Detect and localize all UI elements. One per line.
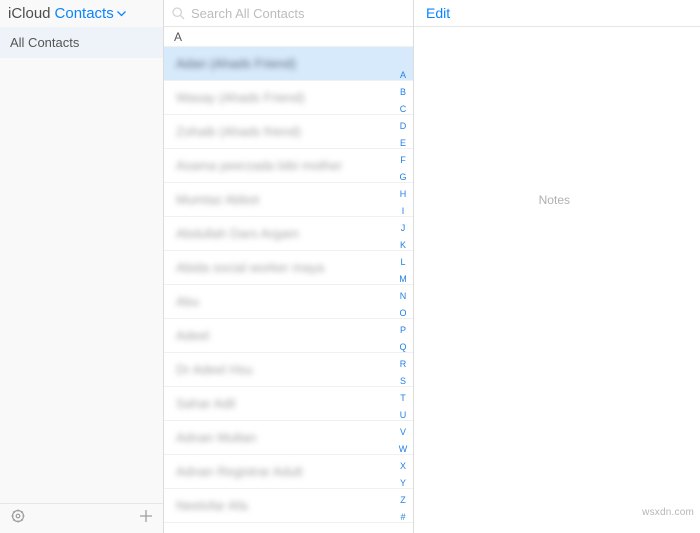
search-icon: [172, 7, 185, 20]
brand-contacts-switcher[interactable]: Contacts: [55, 5, 126, 22]
search-input[interactable]: [191, 6, 405, 21]
detail-pane: Edit Notes wsxdn.com: [414, 0, 700, 533]
contact-row[interactable]: Adan (Ahads Friend): [164, 47, 413, 81]
contact-name: Abida social worker maya: [176, 260, 324, 275]
edit-button[interactable]: Edit: [426, 5, 450, 21]
index-letter[interactable]: P: [400, 323, 406, 338]
index-letter[interactable]: T: [400, 391, 406, 406]
contact-row[interactable]: Abida social worker maya: [164, 251, 413, 285]
search-bar: [164, 0, 413, 27]
contact-row[interactable]: Adnan Registrar Adult: [164, 455, 413, 489]
watermark: wsxdn.com: [642, 507, 694, 518]
contact-name: Asama peerzada bibi mother: [176, 158, 342, 173]
contact-row[interactable]: Mumtaz Abbot: [164, 183, 413, 217]
index-letter[interactable]: G: [399, 170, 406, 185]
index-letter[interactable]: X: [400, 459, 406, 474]
contact-name: Abu: [176, 294, 199, 309]
sidebar: iCloud Contacts All Contacts: [0, 0, 164, 533]
plus-icon: [139, 509, 153, 523]
contact-row[interactable]: Abu: [164, 285, 413, 319]
contact-row[interactable]: Adnan Multan: [164, 421, 413, 455]
contact-row[interactable]: Adeel: [164, 319, 413, 353]
index-letter[interactable]: D: [400, 119, 407, 134]
contact-row[interactable]: Zohaib (Ahads friend): [164, 115, 413, 149]
sidebar-footer: [0, 503, 163, 533]
chevron-down-icon: [117, 11, 126, 17]
brand-icloud: iCloud: [8, 5, 51, 22]
index-letter[interactable]: #: [400, 510, 405, 525]
contact-name: Zohaib (Ahads friend): [176, 124, 301, 139]
index-letter[interactable]: S: [400, 374, 406, 389]
index-letter[interactable]: H: [400, 187, 407, 202]
index-letter[interactable]: O: [399, 306, 406, 321]
contact-name: Abdullah Dars Argam: [176, 226, 299, 241]
alphabet-index[interactable]: ABCDEFGHIJKLMNOPQRSTUVWXYZ #: [396, 68, 410, 525]
contacts-list-pane: A Adan (Ahads Friend) Wasay (Ahads Friend…: [164, 0, 414, 533]
contact-name: Wasay (Ahads Friend): [176, 90, 305, 105]
index-letter[interactable]: I: [402, 204, 405, 219]
contact-name: Adnan Registrar Adult: [176, 464, 302, 479]
index-letter[interactable]: B: [400, 85, 406, 100]
app-root: iCloud Contacts All Contacts A Adan (Aha…: [0, 0, 700, 533]
contact-row[interactable]: Neelofar Afa: [164, 489, 413, 523]
index-letter[interactable]: V: [400, 425, 406, 440]
index-letter[interactable]: L: [400, 255, 405, 270]
gear-icon: [10, 508, 26, 524]
sidebar-header: iCloud Contacts: [0, 0, 163, 27]
contact-name: Mumtaz Abbot: [176, 192, 259, 207]
index-letter[interactable]: E: [400, 136, 406, 151]
detail-body: Notes wsxdn.com: [414, 27, 700, 533]
brand-contacts-label: Contacts: [55, 5, 114, 22]
index-letter[interactable]: F: [400, 153, 406, 168]
sidebar-group-all-contacts[interactable]: All Contacts: [0, 27, 163, 58]
contact-row[interactable]: Abdullah Dars Argam: [164, 217, 413, 251]
section-header-letter: A: [164, 27, 413, 47]
index-letter[interactable]: R: [400, 357, 407, 372]
contact-row[interactable]: Asama peerzada bibi mother: [164, 149, 413, 183]
index-letter[interactable]: Q: [399, 340, 406, 355]
index-letter[interactable]: Y: [400, 476, 406, 491]
add-button[interactable]: [139, 509, 153, 528]
index-letter[interactable]: N: [400, 289, 407, 304]
contact-name: Neelofar Afa: [176, 498, 248, 513]
contact-name: Adnan Multan: [176, 430, 256, 445]
settings-button[interactable]: [10, 508, 26, 529]
index-letter[interactable]: W: [399, 442, 408, 457]
contact-name: Adan (Ahads Friend): [176, 56, 296, 71]
index-letter[interactable]: J: [401, 221, 406, 236]
contacts-rows: Adan (Ahads Friend) Wasay (Ahads Friend) Z…: [164, 47, 413, 533]
contact-name: Sahar Adil: [176, 396, 235, 411]
index-letter[interactable]: Z: [400, 493, 406, 508]
contact-row[interactable]: Dr Adeel Hsu: [164, 353, 413, 387]
contact-name: Adeel: [176, 328, 209, 343]
contact-name: Dr Adeel Hsu: [176, 362, 253, 377]
detail-header: Edit: [414, 0, 700, 27]
index-letter[interactable]: C: [400, 102, 407, 117]
contact-row[interactable]: Wasay (Ahads Friend): [164, 81, 413, 115]
contact-row[interactable]: Sahar Adil: [164, 387, 413, 421]
index-letter[interactable]: M: [399, 272, 407, 287]
index-letter[interactable]: K: [400, 238, 406, 253]
index-letter[interactable]: A: [400, 68, 406, 83]
index-letter[interactable]: U: [400, 408, 407, 423]
notes-label: Notes: [539, 193, 570, 207]
